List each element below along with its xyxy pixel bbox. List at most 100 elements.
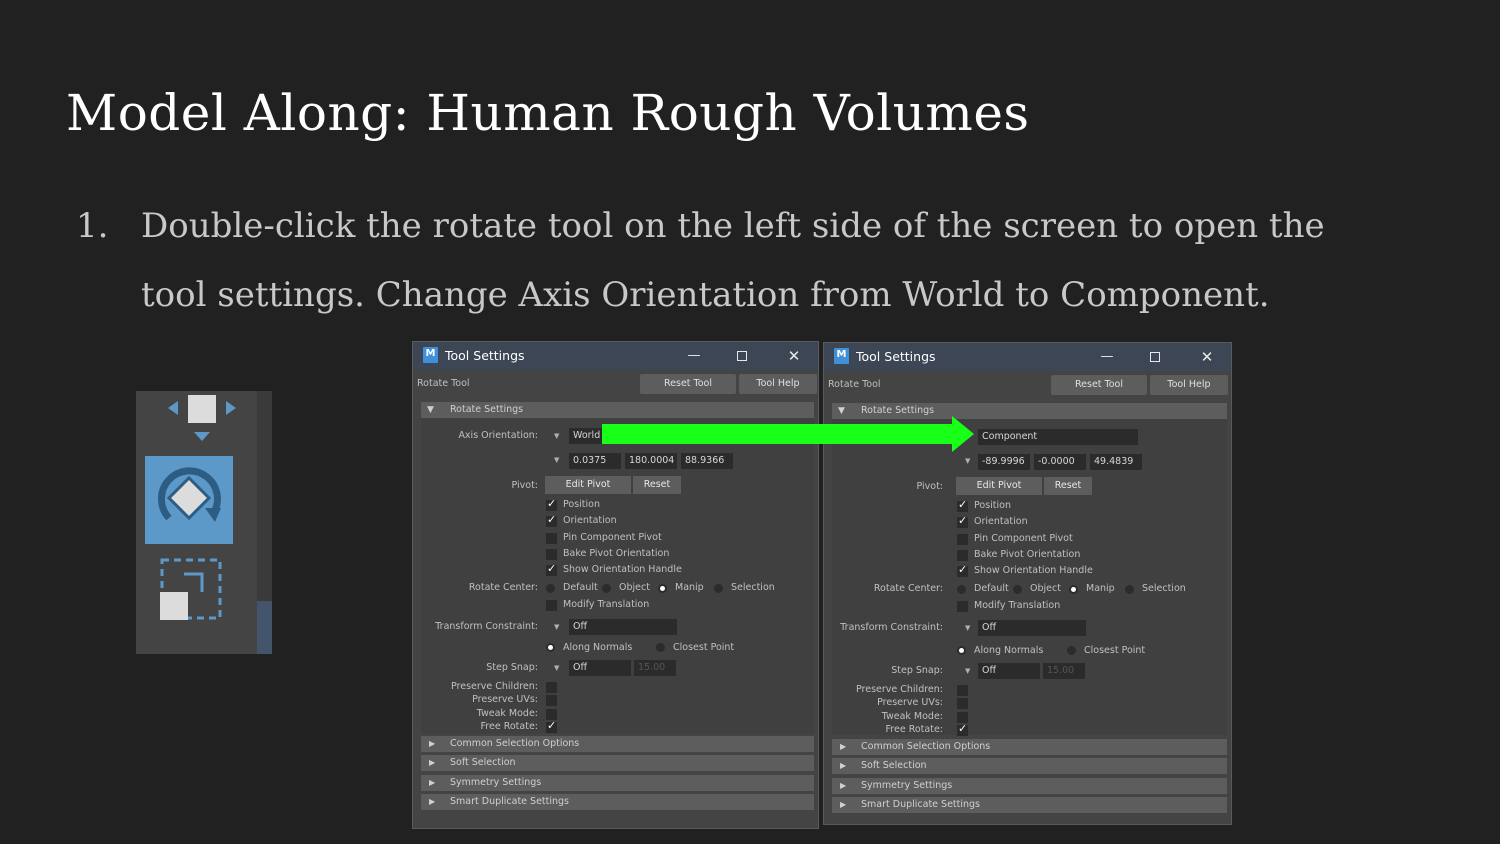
maya-app-icon: M xyxy=(423,347,438,363)
dropdown-arrow-icon[interactable]: ▼ xyxy=(965,624,970,632)
free-rotate-checkbox[interactable] xyxy=(957,722,968,736)
rotation-y-field[interactable]: -0.0000 xyxy=(1034,454,1086,470)
scale-tool-icon[interactable] xyxy=(154,556,226,628)
minimize-icon[interactable]: — xyxy=(1097,347,1117,367)
rotate-center-default-radio[interactable] xyxy=(957,585,966,594)
rotate-center-object-radio[interactable] xyxy=(1013,585,1022,594)
step-snap-select[interactable]: Off xyxy=(978,663,1040,679)
orientation-label: Orientation xyxy=(563,515,617,526)
modify-translation-checkbox[interactable] xyxy=(546,600,557,611)
section-label: Symmetry Settings xyxy=(450,777,542,788)
pin-component-pivot-label: Pin Component Pivot xyxy=(563,532,662,543)
reset-tool-button[interactable]: Reset Tool xyxy=(1051,375,1147,395)
show-orientation-handle-checkbox[interactable] xyxy=(957,563,968,577)
show-orientation-handle-checkbox[interactable] xyxy=(546,562,557,576)
preserve-uvs-checkbox[interactable] xyxy=(957,698,968,709)
close-icon[interactable]: ✕ xyxy=(784,346,804,366)
maximize-icon[interactable] xyxy=(732,346,752,366)
minimize-icon[interactable]: — xyxy=(684,346,704,366)
axis-orientation-select[interactable]: Component xyxy=(978,429,1138,445)
rotation-y-field[interactable]: 180.0004 xyxy=(625,453,677,469)
modify-translation-checkbox[interactable] xyxy=(957,601,968,612)
free-rotate-label: Free Rotate: xyxy=(885,724,943,735)
reset-pivot-button[interactable]: Reset xyxy=(1044,477,1092,495)
bake-pivot-orientation-checkbox[interactable] xyxy=(546,549,557,560)
rotate-center-selection-radio[interactable] xyxy=(1125,585,1134,594)
dropdown-arrow-icon[interactable]: ▼ xyxy=(965,667,970,675)
soft-selection-header[interactable]: ▶ Soft Selection xyxy=(832,758,1227,774)
tweak-mode-label: Tweak Mode: xyxy=(881,711,943,722)
move-tool-icon[interactable] xyxy=(150,391,250,451)
window-title: Tool Settings xyxy=(856,349,936,364)
close-icon[interactable]: ✕ xyxy=(1197,347,1217,367)
smart-duplicate-settings-header[interactable]: ▶ Smart Duplicate Settings xyxy=(832,797,1227,813)
transform-constraint-select[interactable]: Off xyxy=(978,620,1086,636)
closest-point-radio[interactable] xyxy=(1067,646,1076,655)
preserve-children-checkbox[interactable] xyxy=(546,682,557,693)
step-snap-value-field[interactable]: 15.00 xyxy=(634,660,676,676)
preserve-uvs-checkbox[interactable] xyxy=(546,695,557,706)
dropdown-arrow-icon[interactable]: ▼ xyxy=(554,623,559,631)
orientation-label: Orientation xyxy=(974,516,1028,527)
rotate-center-object-radio[interactable] xyxy=(602,584,611,593)
section-label: Common Selection Options xyxy=(450,738,580,749)
step-snap-value-field[interactable]: 15.00 xyxy=(1043,663,1085,679)
position-checkbox[interactable] xyxy=(957,498,968,512)
rotate-center-selection-radio[interactable] xyxy=(714,584,723,593)
along-normals-radio[interactable] xyxy=(957,646,966,655)
section-label: Smart Duplicate Settings xyxy=(861,799,981,810)
rotation-x-field[interactable]: -89.9996 xyxy=(978,454,1030,470)
maya-toolbox xyxy=(136,391,272,654)
rotate-tool-button[interactable] xyxy=(145,456,233,544)
maximize-icon[interactable] xyxy=(1145,347,1165,367)
reset-pivot-button[interactable]: Reset xyxy=(633,476,681,494)
soft-selection-header[interactable]: ▶ Soft Selection xyxy=(421,755,814,771)
edit-pivot-button[interactable]: Edit Pivot xyxy=(545,476,631,494)
tool-help-button[interactable]: Tool Help xyxy=(739,374,817,394)
smart-duplicate-settings-header[interactable]: ▶ Smart Duplicate Settings xyxy=(421,794,814,810)
step-snap-label: Step Snap: xyxy=(486,662,538,673)
closest-point-radio[interactable] xyxy=(656,643,665,652)
edit-pivot-button[interactable]: Edit Pivot xyxy=(956,477,1042,495)
position-checkbox[interactable] xyxy=(546,497,557,511)
tool-name-label: Rotate Tool xyxy=(828,379,881,390)
rotate-center-manip-radio[interactable] xyxy=(1069,585,1078,594)
rotate-center-default-label: Default xyxy=(974,583,1009,594)
reset-tool-button[interactable]: Reset Tool xyxy=(640,374,736,394)
collapse-triangle-icon: ▶ xyxy=(840,761,847,770)
orientation-checkbox[interactable] xyxy=(546,513,557,527)
tool-help-button[interactable]: Tool Help xyxy=(1150,375,1228,395)
bake-pivot-orientation-checkbox[interactable] xyxy=(957,550,968,561)
free-rotate-label: Free Rotate: xyxy=(480,721,538,732)
common-selection-options-header[interactable]: ▶ Common Selection Options xyxy=(421,736,814,752)
collapse-triangle-icon: ▶ xyxy=(840,800,847,809)
dropdown-arrow-icon[interactable]: ▼ xyxy=(554,432,559,440)
title-bar[interactable]: M Tool Settings — ✕ xyxy=(824,343,1231,371)
axis-orientation-label: Axis Orientation: xyxy=(458,430,538,441)
green-arrow-annotation xyxy=(602,416,974,452)
along-normals-radio[interactable] xyxy=(546,643,555,652)
symmetry-settings-header[interactable]: ▶ Symmetry Settings xyxy=(421,775,814,791)
bake-pivot-orientation-label: Bake Pivot Orientation xyxy=(974,549,1081,560)
transform-constraint-select[interactable]: Off xyxy=(569,619,677,635)
position-label: Position xyxy=(974,500,1011,511)
pin-component-pivot-checkbox[interactable] xyxy=(957,534,968,545)
rotation-x-field[interactable]: 0.0375 xyxy=(569,453,621,469)
step-snap-select[interactable]: Off xyxy=(569,660,631,676)
rotate-center-manip-radio[interactable] xyxy=(658,584,667,593)
rotate-center-label: Rotate Center: xyxy=(873,583,943,594)
rotate-center-default-radio[interactable] xyxy=(546,584,555,593)
pin-component-pivot-checkbox[interactable] xyxy=(546,533,557,544)
dropdown-arrow-icon[interactable]: ▼ xyxy=(554,664,559,672)
common-selection-options-header[interactable]: ▶ Common Selection Options xyxy=(832,739,1227,755)
symmetry-settings-header[interactable]: ▶ Symmetry Settings xyxy=(832,778,1227,794)
dropdown-arrow-icon[interactable]: ▼ xyxy=(965,457,970,465)
preserve-children-checkbox[interactable] xyxy=(957,685,968,696)
dropdown-arrow-icon[interactable]: ▼ xyxy=(554,456,559,464)
title-bar[interactable]: M Tool Settings — ✕ xyxy=(413,342,818,370)
collapse-triangle-icon: ▶ xyxy=(429,739,436,748)
free-rotate-checkbox[interactable] xyxy=(546,719,557,733)
rotation-z-field[interactable]: 49.4839 xyxy=(1090,454,1142,470)
orientation-checkbox[interactable] xyxy=(957,514,968,528)
rotation-z-field[interactable]: 88.9366 xyxy=(681,453,733,469)
